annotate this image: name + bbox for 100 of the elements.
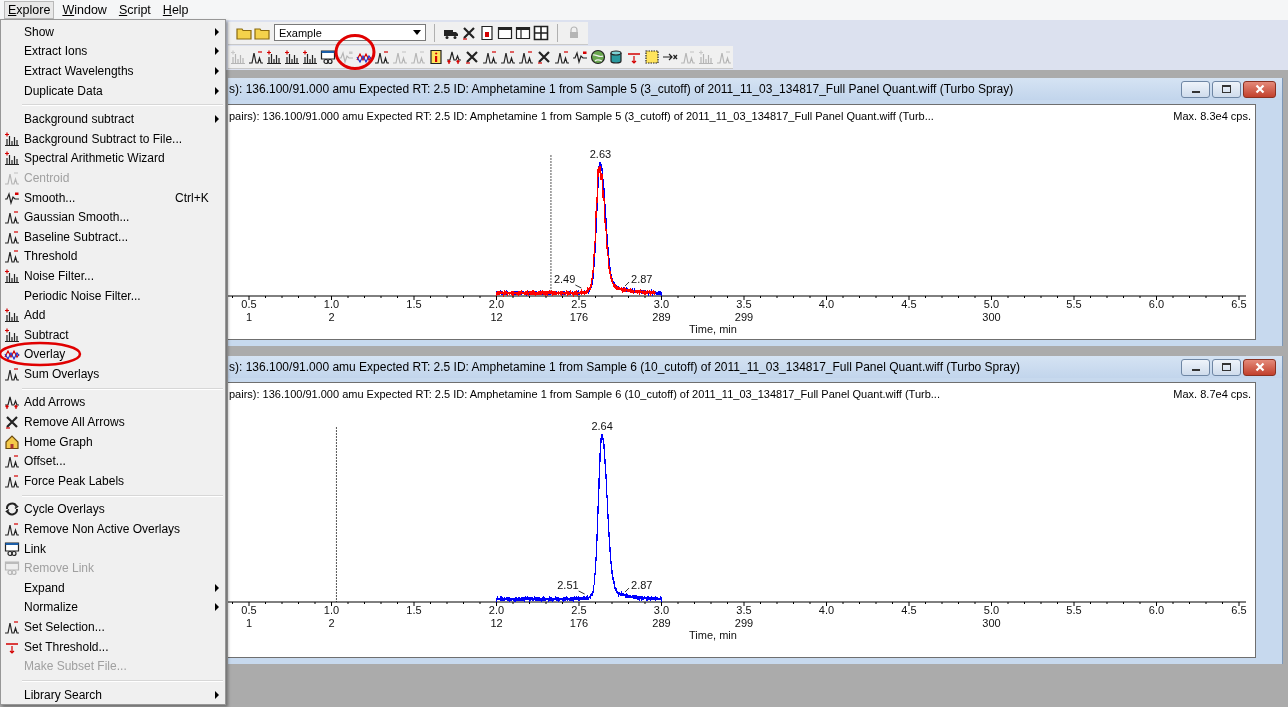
document-icon[interactable] <box>479 24 496 41</box>
cross-icon[interactable] <box>464 48 480 65</box>
menu-item[interactable]: Extract Wavelengths <box>1 61 225 81</box>
minimize-button[interactable] <box>1181 80 1210 98</box>
highlight-circle <box>334 34 376 70</box>
split-window-icon[interactable] <box>515 24 532 41</box>
tick-label: 5.0 <box>983 604 1000 616</box>
bar-chart-icon[interactable] <box>302 48 318 65</box>
menu-item[interactable]: Offset... <box>1 451 225 472</box>
caret-icon <box>413 30 422 35</box>
peak-arrow-icon <box>4 394 20 411</box>
peak-icon[interactable] <box>518 48 534 65</box>
menu-item[interactable]: Baseline Subtract... <box>1 226 225 247</box>
cross-icon[interactable] <box>536 48 552 65</box>
menu-bar-item[interactable]: Help <box>158 1 193 19</box>
menu-item[interactable]: Background subtract <box>1 109 225 129</box>
menu-item[interactable]: Noise Filter... <box>1 266 225 286</box>
peak-label: 2.51 <box>557 579 579 591</box>
menu-item[interactable]: Set Threshold... <box>1 636 225 657</box>
tick-label: 6.5 <box>1231 604 1247 616</box>
tick-label: 2.0 <box>488 298 505 310</box>
close-button[interactable] <box>1243 358 1276 376</box>
note-icon[interactable] <box>644 48 660 65</box>
maximize-button[interactable] <box>1212 80 1241 98</box>
peak-icon[interactable] <box>554 48 570 65</box>
menu-bar-item[interactable]: Script <box>114 1 155 19</box>
peak-icon <box>4 248 20 265</box>
menu-item[interactable]: Show <box>1 22 225 42</box>
menu-bar-item[interactable]: Explore <box>4 1 55 19</box>
menu-bar-item[interactable]: Window <box>58 1 111 19</box>
scan-label: 2 <box>328 617 335 629</box>
menu-item[interactable]: Add Arrows <box>1 392 225 413</box>
peak-label: 2.64 <box>591 420 613 432</box>
bar-chart-icon <box>4 130 20 147</box>
axis-title: Time, min <box>689 323 737 335</box>
menu-item[interactable]: Set Selection... <box>1 617 225 637</box>
maximize-button[interactable] <box>1212 358 1241 376</box>
tick-label: 1.5 <box>406 604 422 616</box>
close-button[interactable] <box>1243 80 1276 98</box>
menu-item[interactable]: Sum Overlays <box>1 364 225 384</box>
bar-chart-icon[interactable] <box>284 48 300 65</box>
scan-label: 12 <box>490 617 503 629</box>
menu-item[interactable]: Subtract <box>1 324 225 345</box>
menu-item[interactable]: Overlay <box>1 344 225 365</box>
menu-item[interactable]: Duplicate Data <box>1 80 225 101</box>
bar-chart-icon[interactable] <box>266 48 282 65</box>
menu-item[interactable]: Periodic Noise Filter... <box>1 285 225 306</box>
peak-label: 2.63 <box>589 148 612 160</box>
menu-item[interactable]: Smooth... Ctrl+K <box>1 187 225 208</box>
menu-item[interactable]: Remove Non Active Overlays <box>1 519 225 539</box>
globe-icon[interactable] <box>590 48 606 65</box>
peak-icon <box>4 619 20 635</box>
bar-chart-icon <box>4 326 20 343</box>
tick-label: 2.5 <box>571 604 587 616</box>
peak-icon[interactable] <box>500 48 516 65</box>
dropdown[interactable]: Example <box>274 24 427 41</box>
menu-item[interactable]: Expand <box>1 578 225 598</box>
peak-icon[interactable] <box>482 48 498 65</box>
tick-label: 5.5 <box>1066 298 1082 310</box>
menu-item[interactable]: Add <box>1 305 225 325</box>
tick-label: 1.0 <box>323 298 340 310</box>
menu-item[interactable]: Cycle Overlays <box>1 499 225 520</box>
menu-item[interactable]: Normalize <box>1 597 225 618</box>
tick-label: 2.5 <box>571 298 587 310</box>
peak-icon <box>4 365 20 382</box>
tick-label: 6.0 <box>1148 604 1165 616</box>
tick-label: 3.0 <box>653 298 670 310</box>
menu-item[interactable]: Gaussian Smooth... <box>1 207 225 227</box>
tick-label: 5.5 <box>1066 604 1082 616</box>
menu-item[interactable]: Link <box>1 538 225 559</box>
peak-icon <box>4 228 20 245</box>
scan-label: 12 <box>490 311 503 323</box>
peak-icon <box>4 453 20 470</box>
refresh-icon <box>4 501 20 518</box>
scan-label: 289 <box>652 617 671 629</box>
tick-label: 0.5 <box>241 604 257 616</box>
menu-item[interactable]: Background Subtract to File... <box>1 128 225 149</box>
grid-icon[interactable] <box>533 24 550 41</box>
window-icon[interactable] <box>497 24 514 41</box>
close-icon <box>1254 84 1265 94</box>
minimize-button[interactable] <box>1181 358 1210 376</box>
menu-item[interactable]: Threshold <box>1 246 225 267</box>
bar-chart-icon <box>4 307 20 324</box>
peak-icon <box>4 169 20 186</box>
scan-label: 1 <box>245 617 253 629</box>
tick-label: 0.5 <box>241 298 257 310</box>
menu-item[interactable]: Remove All Arrows <box>1 412 225 432</box>
info-icon[interactable] <box>428 48 444 65</box>
tick-label: 3.5 <box>736 298 752 310</box>
link-icon[interactable] <box>320 48 336 65</box>
menu-item[interactable]: Extract Ions <box>1 41 225 62</box>
peak-icon[interactable] <box>248 48 264 65</box>
peak-icon[interactable] <box>374 48 390 65</box>
menu-item[interactable]: Spectral Arithmetic Wizard <box>1 148 225 169</box>
menu-item[interactable]: Force Peak Labels <box>1 471 225 491</box>
menu-item[interactable]: Library Search <box>1 685 225 705</box>
database-icon[interactable] <box>608 48 624 65</box>
scan-label: 176 <box>569 617 589 629</box>
cross-icon[interactable] <box>461 24 478 41</box>
menu-item[interactable]: Home Graph <box>1 431 225 452</box>
